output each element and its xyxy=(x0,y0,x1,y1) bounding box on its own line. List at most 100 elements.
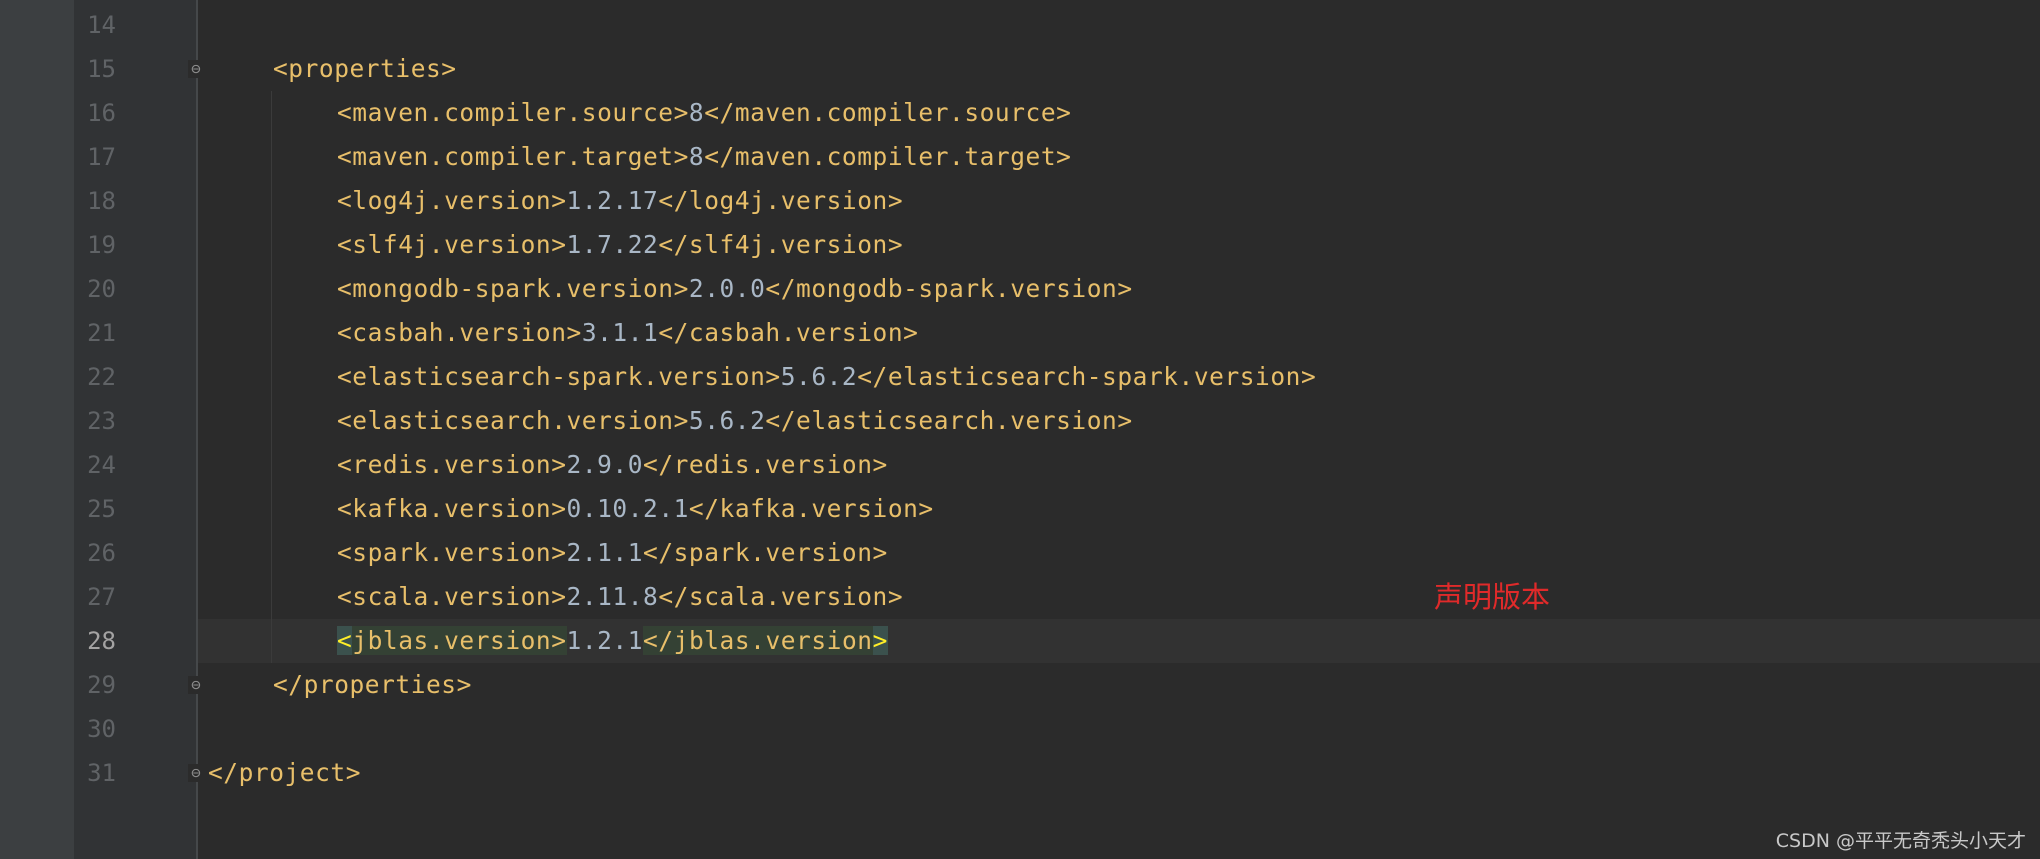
xml-tag: </kafka.version> xyxy=(688,494,934,523)
line-number: 31 xyxy=(87,759,116,787)
code-line[interactable]: 25 <kafka.version>0.10.2.1</kafka.version… xyxy=(0,487,2040,531)
code-line[interactable]: 18 <log4j.version>1.2.17</log4j.version> xyxy=(0,179,2040,223)
code-line[interactable]: 26 <spark.version>2.1.1</spark.version> xyxy=(0,531,2040,575)
fold-end-icon[interactable]: ⊖ xyxy=(188,676,204,694)
xml-tag: </slf4j.version> xyxy=(658,230,904,259)
code-line[interactable]: 30 xyxy=(0,707,2040,751)
indent-guide xyxy=(271,443,272,487)
xml-tag: </maven.compiler.target> xyxy=(704,142,1072,171)
code-line[interactable]: 23 <elasticsearch.version>5.6.2</elastics… xyxy=(0,399,2040,443)
code-line[interactable]: 31 ⊖ </project> xyxy=(0,751,2040,795)
code-line[interactable]: 29 ⊖ </properties> xyxy=(0,663,2040,707)
code-line[interactable]: 15 ⊖ <properties> xyxy=(0,47,2040,91)
line-number: 17 xyxy=(87,143,116,171)
line-number: 25 xyxy=(87,495,116,523)
xml-tag: </log4j.version> xyxy=(658,186,904,215)
xml-value: 5.6.2 xyxy=(780,362,858,391)
code-text[interactable]: </properties> xyxy=(273,663,472,707)
xml-value: 0.10.2.1 xyxy=(566,494,689,523)
xml-tag: <log4j.version> xyxy=(337,186,567,215)
code-line[interactable]: 19 <slf4j.version>1.7.22</slf4j.version> xyxy=(0,223,2040,267)
indent-guide xyxy=(271,355,272,399)
indent-guide xyxy=(271,267,272,311)
xml-tag: <redis.version> xyxy=(337,450,567,479)
code-line[interactable]: 28 <jblas.version>1.2.1</jblas.version> xyxy=(0,619,2040,663)
xml-tag: <spark.version> xyxy=(337,538,567,567)
code-text[interactable]: <properties> xyxy=(273,47,457,91)
code-text[interactable]: <maven.compiler.source>8</maven.compiler… xyxy=(337,91,1071,135)
xml-tag: </properties> xyxy=(273,670,472,699)
xml-tag: <mongodb-spark.version> xyxy=(337,274,689,303)
indent-guide xyxy=(271,487,272,531)
xml-value: 2.0.0 xyxy=(688,274,766,303)
code-line[interactable]: 27 <scala.version>2.11.8</scala.version> xyxy=(0,575,2040,619)
code-line[interactable]: 16 <maven.compiler.source>8</maven.compil… xyxy=(0,91,2040,135)
code-line[interactable]: 22 <elasticsearch-spark.version>5.6.2</el… xyxy=(0,355,2040,399)
indent-guide xyxy=(271,223,272,267)
xml-tag: </mongodb-spark.version> xyxy=(765,274,1133,303)
line-number: 19 xyxy=(87,231,116,259)
code-text[interactable]: <slf4j.version>1.7.22</slf4j.version> xyxy=(337,223,903,267)
code-line[interactable]: 21 <casbah.version>3.1.1</casbah.version> xyxy=(0,311,2040,355)
watermark: CSDN @平平无奇秃头小天才 xyxy=(1775,830,2026,852)
line-number: 28 xyxy=(87,627,116,655)
xml-value: 2.11.8 xyxy=(566,582,659,611)
line-number: 15 xyxy=(87,55,116,83)
xml-tag: </elasticsearch-spark.version> xyxy=(857,362,1317,391)
xml-value: 1.2.1 xyxy=(566,626,644,655)
xml-tag: </project> xyxy=(208,758,362,787)
line-number: 22 xyxy=(87,363,116,391)
code-text[interactable]: <elasticsearch.version>5.6.2</elasticsea… xyxy=(337,399,1133,443)
indent-guide xyxy=(271,91,272,135)
line-number: 18 xyxy=(87,187,116,215)
code-text[interactable]: <jblas.version>1.2.1</jblas.version> xyxy=(337,619,888,663)
code-line[interactable]: 24 <redis.version>2.9.0</redis.version> xyxy=(0,443,2040,487)
indent-guide xyxy=(271,311,272,355)
line-number: 14 xyxy=(87,11,116,39)
xml-value: 3.1.1 xyxy=(581,318,659,347)
xml-tag: </spark.version> xyxy=(643,538,888,567)
code-line[interactable]: 17 <maven.compiler.target>8</maven.compil… xyxy=(0,135,2040,179)
code-text[interactable]: <scala.version>2.11.8</scala.version> xyxy=(337,575,903,619)
xml-tag: </elasticsearch.version> xyxy=(765,406,1133,435)
xml-value: 2.1.1 xyxy=(566,538,644,567)
indent-guide xyxy=(271,135,272,179)
code-area[interactable]: 14 15 ⊖ <properties> 16 <maven.compiler.sourc… xyxy=(0,0,2040,859)
line-number: 24 xyxy=(87,451,116,479)
xml-tag: jblas.version> xyxy=(352,626,567,655)
line-number: 26 xyxy=(87,539,116,567)
xml-tag: </scala.version> xyxy=(658,582,904,611)
fold-collapse-icon[interactable]: ⊖ xyxy=(188,60,204,78)
xml-tag: <casbah.version> xyxy=(337,318,582,347)
xml-tag: <maven.compiler.target> xyxy=(337,142,689,171)
code-text[interactable]: <casbah.version>3.1.1</casbah.version> xyxy=(337,311,918,355)
indent-guide xyxy=(271,531,272,575)
xml-tag: </casbah.version> xyxy=(658,318,919,347)
code-text[interactable]: <log4j.version>1.2.17</log4j.version> xyxy=(337,179,903,223)
code-text[interactable]: <kafka.version>0.10.2.1</kafka.version> xyxy=(337,487,934,531)
xml-tag: </maven.compiler.source> xyxy=(704,98,1072,127)
code-line[interactable]: 14 xyxy=(0,3,2040,47)
xml-tag: </jblas.version xyxy=(643,626,873,655)
line-number: 21 xyxy=(87,319,116,347)
code-line[interactable]: 20 <mongodb-spark.version>2.0.0</mongodb-… xyxy=(0,267,2040,311)
xml-tag: <maven.compiler.source> xyxy=(337,98,689,127)
xml-value: 1.7.22 xyxy=(566,230,659,259)
xml-value: 1.2.17 xyxy=(566,186,659,215)
code-text[interactable]: <redis.version>2.9.0</redis.version> xyxy=(337,443,888,487)
xml-tag: <elasticsearch-spark.version> xyxy=(337,362,781,391)
line-number: 29 xyxy=(87,671,116,699)
line-number: 27 xyxy=(87,583,116,611)
code-text[interactable]: <spark.version>2.1.1</spark.version> xyxy=(337,531,888,575)
xml-tag: <slf4j.version> xyxy=(337,230,567,259)
line-number: 30 xyxy=(87,715,116,743)
code-text[interactable]: </project> xyxy=(208,751,361,795)
code-editor[interactable]: 14 15 ⊖ <properties> 16 <maven.compiler.sourc… xyxy=(0,0,2040,859)
fold-end-icon[interactable]: ⊖ xyxy=(188,764,204,782)
code-text[interactable]: <maven.compiler.target>8</maven.compiler… xyxy=(337,135,1071,179)
code-text[interactable]: <elasticsearch-spark.version>5.6.2</elas… xyxy=(337,355,1316,399)
xml-tag: < xyxy=(337,626,353,655)
code-text[interactable]: <mongodb-spark.version>2.0.0</mongodb-sp… xyxy=(337,267,1133,311)
xml-value: 2.9.0 xyxy=(566,450,644,479)
xml-value: 8 xyxy=(688,98,705,127)
